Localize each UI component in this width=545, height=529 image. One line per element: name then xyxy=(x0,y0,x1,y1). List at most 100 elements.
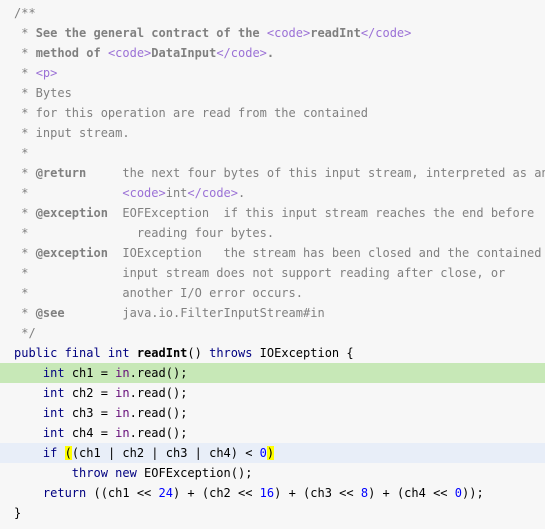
code-token: </code> xyxy=(187,186,238,200)
code-token: in xyxy=(115,366,130,380)
code-token: ch1 = xyxy=(71,366,116,380)
code-token: } xyxy=(14,506,22,520)
code-line-15[interactable]: * another I/O error occurs. xyxy=(0,283,545,303)
code-line-24[interactable]: throw new EOFException(); xyxy=(0,463,545,483)
code-token: @exception xyxy=(35,246,108,260)
code-token: </code> xyxy=(360,26,412,40)
code-line-3[interactable]: * method of <code>DataInput</code>. xyxy=(0,43,545,63)
code-line-26[interactable]: } xyxy=(0,503,545,523)
code-line-11[interactable]: * @exception EOFException if this input … xyxy=(0,203,545,223)
code-token: .read(); xyxy=(129,386,188,400)
code-line-19[interactable]: int ch1 = in.read(); xyxy=(0,363,545,383)
code-token: * xyxy=(14,66,36,80)
code-line-9[interactable]: * @return the next four bytes of this in… xyxy=(0,163,545,183)
code-line-12[interactable]: * reading four bytes. xyxy=(0,223,545,243)
code-token: int xyxy=(42,386,72,400)
code-token: /** xyxy=(14,6,36,20)
code-line-5[interactable]: * Bytes xyxy=(0,83,545,103)
code-token: * xyxy=(14,26,36,40)
code-token: int xyxy=(42,366,72,380)
code-line-13[interactable]: * @exception IOException the stream has … xyxy=(0,243,545,263)
code-line-16[interactable]: * @see java.io.FilterInputStream#in xyxy=(0,303,545,323)
code-token: * input stream does not support reading … xyxy=(14,266,506,280)
code-token: ) + (ch3 << xyxy=(274,486,361,500)
code-token: * xyxy=(14,146,29,160)
code-token: </code> xyxy=(216,46,267,60)
code-token: return xyxy=(42,486,94,500)
code-token: */ xyxy=(14,326,36,340)
code-line-2[interactable]: * See the general contract of the <code>… xyxy=(0,23,545,43)
code-token: ) + (ch4 << xyxy=(368,486,455,500)
code-line-18[interactable]: public final int readInt() throws IOExce… xyxy=(0,343,545,363)
code-token: 8 xyxy=(360,486,369,500)
code-line-4[interactable]: * <p> xyxy=(0,63,545,83)
code-token: ch3 = xyxy=(71,406,116,420)
code-token: .read(); xyxy=(129,426,188,440)
code-token: * xyxy=(14,186,123,200)
code-line-8[interactable]: * xyxy=(0,143,545,163)
code-line-25[interactable]: return ((ch1 << 24) + (ch2 << 16) + (ch3… xyxy=(0,483,545,503)
code-token: .read(); xyxy=(129,406,188,420)
code-token: * xyxy=(14,306,36,320)
code-token: in xyxy=(115,426,130,440)
code-token: ) xyxy=(266,446,275,460)
code-line-22[interactable]: int ch4 = in.read(); xyxy=(0,423,545,443)
code-token: <code> xyxy=(107,46,152,60)
code-token: 0 xyxy=(454,486,462,500)
code-line-23[interactable]: if ((ch1 | ch2 | ch3 | ch4) < 0) xyxy=(0,443,545,463)
code-token: in xyxy=(115,386,130,400)
code-line-14[interactable]: * input stream does not support reading … xyxy=(0,263,545,283)
code-token: ch2 = xyxy=(71,386,116,400)
code-token: <code> xyxy=(266,26,311,40)
code-token: . xyxy=(266,46,275,60)
code-editor[interactable]: /** * See the general contract of the <c… xyxy=(0,0,545,529)
code-token: <code> xyxy=(122,186,166,200)
code-token: int xyxy=(165,186,188,200)
code-token: @return xyxy=(35,166,87,180)
code-line-6[interactable]: * for this operation are read from the c… xyxy=(0,103,545,123)
code-token: method of xyxy=(35,46,108,60)
code-token: readInt xyxy=(136,346,188,360)
code-token: EOFException(); xyxy=(144,466,253,480)
code-token: ( xyxy=(64,446,72,460)
code-token: ) + (ch2 << xyxy=(172,486,260,500)
code-line-20[interactable]: int ch2 = in.read(); xyxy=(0,383,545,403)
code-token: @exception xyxy=(35,206,108,220)
code-token: )); xyxy=(462,486,484,500)
code-token: IOException { xyxy=(259,346,354,360)
code-token: * Bytes xyxy=(14,86,72,100)
code-token: <p> xyxy=(35,66,58,80)
code-token: throw new xyxy=(71,466,145,480)
code-token: * xyxy=(14,246,36,260)
code-token: the next four bytes of this input stream… xyxy=(86,166,545,180)
code-line-7[interactable]: * input stream. xyxy=(0,123,545,143)
code-token: () xyxy=(187,346,210,360)
code-token: in xyxy=(115,406,130,420)
code-token: * xyxy=(14,206,36,220)
code-line-10[interactable]: * <code>int</code>. xyxy=(0,183,545,203)
code-line-17[interactable]: */ xyxy=(0,323,545,343)
code-token: . xyxy=(238,186,246,200)
code-token: * xyxy=(14,166,36,180)
code-token: * input stream. xyxy=(14,126,130,140)
code-token: throws xyxy=(209,346,260,360)
code-token: 24 xyxy=(158,486,173,500)
code-token: * for this operation are read from the c… xyxy=(14,106,369,120)
code-token: ch4 = xyxy=(71,426,116,440)
code-token: 0 xyxy=(259,446,267,460)
code-token: ((ch1 << xyxy=(93,486,159,500)
code-token: readInt xyxy=(310,26,361,40)
code-token: @see xyxy=(35,306,65,320)
code-token: EOFException if this input stream reache… xyxy=(107,206,535,220)
code-line-1[interactable]: /** xyxy=(0,3,545,23)
code-line-21[interactable]: int ch3 = in.read(); xyxy=(0,403,545,423)
code-token: DataInput xyxy=(151,46,217,60)
code-token: int xyxy=(42,426,72,440)
code-token: See the general contract of the xyxy=(35,26,267,40)
